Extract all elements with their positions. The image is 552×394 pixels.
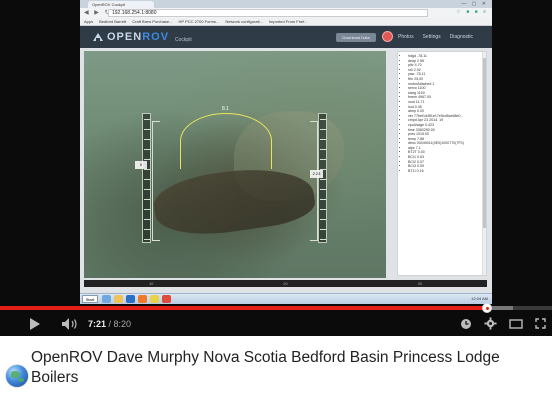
status-label: 20 xyxy=(283,281,288,286)
scale-tick xyxy=(144,229,150,230)
cockpit-status-bar: 10 20 30 xyxy=(84,280,487,287)
scale-tick xyxy=(144,179,150,180)
scale-tick xyxy=(320,199,326,200)
logo-subtitle: Cockpit xyxy=(175,37,192,43)
video-title[interactable]: OpenROV Dave Murphy Nova Scotia Bedford … xyxy=(31,348,551,388)
bookmarks-bar: Apps Bedford Barrett Craft Brew Purchase… xyxy=(80,18,492,26)
scale-tick xyxy=(320,159,326,160)
browser-address-bar: ◀ ▶ ↻ 192.168.254.1:8080 ☆ ■ ■ ≡ xyxy=(80,8,492,18)
taskbar-folder-icon[interactable] xyxy=(114,295,123,303)
taskbar-app-icon[interactable] xyxy=(162,295,171,303)
bookmark-item[interactable]: HP PCC 2700 Forms... xyxy=(179,18,220,25)
play-icon[interactable] xyxy=(30,318,40,330)
globe-icon xyxy=(6,365,28,387)
system-tray-clock: 12:04 AM xyxy=(471,296,488,301)
taskbar-chrome-icon[interactable] xyxy=(150,295,159,303)
hud-bracket-right xyxy=(310,121,318,241)
video-frame[interactable]: OpenROV Cockpit — ▢ ✕ ◀ ▶ ↻ 192.168.254.… xyxy=(0,0,552,336)
browser-tab-bar: OpenROV Cockpit — ▢ ✕ xyxy=(80,0,492,8)
youtube-video-player: OpenROV Cockpit — ▢ ✕ ◀ ▶ ↻ 192.168.254.… xyxy=(0,0,552,394)
current-time: 7:21 xyxy=(88,319,107,329)
openrov-logo: OPENROV Cockpit xyxy=(92,31,192,43)
scale-tick xyxy=(144,189,150,190)
scale-tick xyxy=(144,119,150,120)
progress-played xyxy=(0,306,487,310)
telemetry-item: BT1I 0.16 xyxy=(408,169,482,174)
download-data-button[interactable]: Download Data xyxy=(336,33,376,42)
bookmark-item[interactable]: Imported From Firef... xyxy=(269,18,308,25)
scale-tick xyxy=(144,219,150,220)
hud-bracket-left xyxy=(152,121,160,241)
status-label: 30 xyxy=(417,281,423,286)
depth-value: 0 xyxy=(135,161,147,169)
scale-tick xyxy=(144,159,150,160)
scale-tick xyxy=(144,239,150,240)
screen-capture: OpenROV Cockpit — ▢ ✕ ◀ ▶ ↻ 192.168.254.… xyxy=(80,0,492,304)
logo-text: OPENROV xyxy=(107,31,170,43)
right-controls xyxy=(460,317,546,330)
theater-mode-icon[interactable] xyxy=(509,318,523,329)
nav-diagnostic[interactable]: Diagnostic xyxy=(450,33,473,42)
scale-tick xyxy=(320,139,326,140)
scale-tick xyxy=(144,139,150,140)
progress-bar[interactable] xyxy=(0,303,552,313)
bookmark-item[interactable]: Apps xyxy=(84,18,93,25)
telemetry-panel: hdgd -78.11deap 2.56pitc 4.70roll 2.92ya… xyxy=(397,51,487,276)
scale-tick xyxy=(320,149,326,150)
scale-tick xyxy=(320,229,326,230)
scale-tick xyxy=(320,209,326,210)
heading-value: 8.1 xyxy=(222,106,229,112)
scale-tick xyxy=(320,129,326,130)
bookmark-item[interactable]: Network configurati... xyxy=(225,18,263,25)
start-button[interactable]: Start xyxy=(82,295,98,303)
player-controls: 7:21 / 8:20 xyxy=(0,312,552,336)
scale-tick xyxy=(320,189,326,190)
heading-indicator xyxy=(180,113,272,169)
scale-tick xyxy=(320,219,326,220)
taskbar-outlook-icon[interactable] xyxy=(126,295,135,303)
settings-gear-icon[interactable] xyxy=(484,317,497,330)
time-separator: / xyxy=(106,319,114,329)
scale-tick xyxy=(144,129,150,130)
bookmark-item[interactable]: Bedford Barrett xyxy=(99,18,126,25)
scale-tick xyxy=(144,149,150,150)
fullscreen-icon[interactable] xyxy=(535,318,546,329)
rov-icon xyxy=(93,33,103,41)
openrov-header: OPENROV Cockpit Download Data Photos Set… xyxy=(80,26,492,48)
url-field[interactable]: 192.168.254.1:8080 xyxy=(108,9,428,17)
scale-tick xyxy=(320,239,326,240)
bookmark-item[interactable]: Craft Brew Purchase... xyxy=(132,18,172,25)
taskbar-firefox-icon[interactable] xyxy=(138,295,147,303)
depth-scale xyxy=(142,113,151,243)
scale-tick xyxy=(144,209,150,210)
windows-taskbar: Start 12:04 AM xyxy=(80,293,492,304)
status-label: 10 xyxy=(148,281,154,286)
scale-tick xyxy=(320,119,326,120)
volume-icon[interactable] xyxy=(62,318,80,330)
taskbar-ie-icon[interactable] xyxy=(102,295,111,303)
scale-tick xyxy=(144,169,150,170)
scale-tick xyxy=(144,199,150,200)
telemetry-list: hdgd -78.11deap 2.56pitc 4.70roll 2.92ya… xyxy=(398,52,486,173)
watch-later-icon[interactable] xyxy=(460,318,472,330)
browser-tab[interactable]: OpenROV Cockpit xyxy=(88,1,154,8)
time-display: 7:21 / 8:20 xyxy=(88,318,131,330)
extension-icons[interactable]: ☆ ■ ■ ≡ xyxy=(456,9,488,15)
scale-tick xyxy=(320,179,326,180)
total-time: 8:20 xyxy=(113,319,132,329)
window-controls[interactable]: — ▢ ✕ xyxy=(461,1,488,7)
camera-feed: 8.1 0 2.23 xyxy=(84,51,386,278)
throttle-value: 2.23 xyxy=(310,170,323,178)
throttle-scale xyxy=(318,113,327,243)
nav-photos[interactable]: Photos xyxy=(398,33,414,42)
nav-settings[interactable]: Settings xyxy=(423,33,441,42)
telemetry-scrollbar[interactable] xyxy=(482,52,486,275)
header-nav: Photos Settings Diagnostic xyxy=(398,33,473,42)
record-icon[interactable] xyxy=(382,31,393,42)
